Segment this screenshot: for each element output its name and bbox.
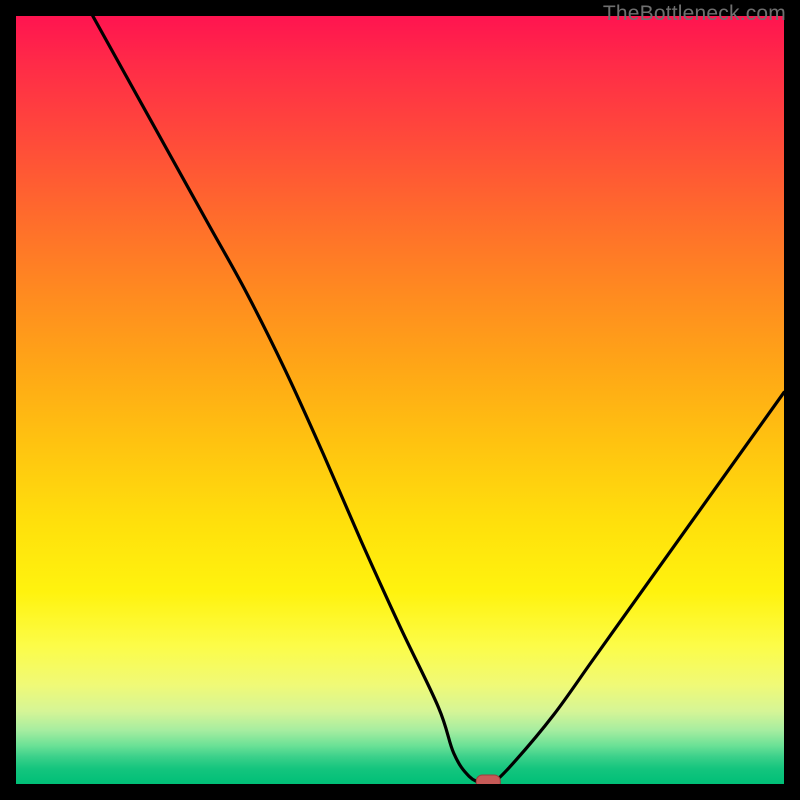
- chart-frame: TheBottleneck.com: [0, 0, 800, 800]
- minimum-marker: [476, 775, 500, 784]
- bottleneck-curve: [93, 16, 784, 784]
- plot-area: [16, 16, 784, 784]
- watermark-text: TheBottleneck.com: [603, 2, 786, 26]
- curve-layer: [16, 16, 784, 784]
